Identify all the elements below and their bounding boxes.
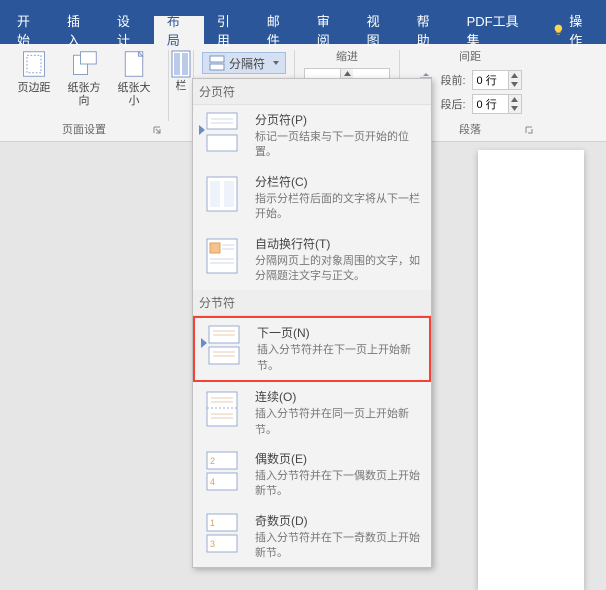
document-page[interactable] — [478, 150, 584, 590]
breaks-button[interactable]: 分隔符 — [202, 52, 286, 74]
break-even-page-title: 偶数页(E) — [255, 450, 423, 467]
spin-up-icon[interactable] — [508, 71, 521, 80]
space-after-label: 段后: — [440, 96, 465, 112]
columns-icon — [171, 50, 191, 78]
size-button[interactable]: 纸张大小 — [109, 48, 159, 110]
space-before-input[interactable] — [473, 74, 508, 86]
svg-text:3: 3 — [210, 539, 215, 549]
spin-up-icon[interactable] — [508, 95, 521, 104]
odd-page-break-icon: 13 — [201, 512, 243, 554]
orientation-label: 纸张方向 — [63, 82, 105, 108]
orientation-icon — [70, 50, 98, 80]
break-page-item[interactable]: 分页符(P) 标记一页结束与下一页开始的位置。 — [193, 105, 431, 167]
break-even-page-item[interactable]: 24 偶数页(E) 插入分节符并在下一偶数页上开始新节。 — [193, 444, 431, 506]
group-page-setup: 页边距 纸张方向 纸张大小 页面设置 — [0, 44, 168, 141]
margins-button[interactable]: 页边距 — [9, 48, 59, 110]
column-break-icon — [201, 173, 243, 215]
break-odd-page-desc: 插入分节符并在下一奇数页上开始新节。 — [255, 531, 423, 562]
page-setup-group-label: 页面设置 — [0, 121, 168, 137]
break-next-page-desc: 插入分节符并在下一页上开始新节。 — [257, 343, 421, 374]
break-textwrap-desc: 分隔网页上的对象周围的文字，如分隔题注文字与正文。 — [255, 254, 423, 285]
break-column-desc: 指示分栏符后面的文字将从下一栏开始。 — [255, 192, 423, 223]
break-odd-page-item[interactable]: 13 奇数页(D) 插入分节符并在下一奇数页上开始新节。 — [193, 506, 431, 568]
size-label: 纸张大小 — [113, 82, 155, 108]
even-page-break-icon: 24 — [201, 450, 243, 492]
columns-button[interactable]: 栏 — [169, 48, 193, 95]
break-page-desc: 标记一页结束与下一页开始的位置。 — [255, 130, 423, 161]
svg-text:2: 2 — [210, 456, 215, 466]
breaks-label: 分隔符 — [229, 55, 265, 72]
break-even-page-desc: 插入分节符并在下一偶数页上开始新节。 — [255, 469, 423, 500]
spin-down-icon[interactable] — [508, 80, 521, 89]
tab-pdf[interactable]: PDF工具集 — [454, 16, 540, 44]
breaks-dropdown-header-section: 分节符 — [193, 290, 431, 316]
margins-icon — [20, 50, 48, 80]
break-continuous-title: 连续(O) — [255, 388, 423, 405]
textwrap-break-icon — [201, 235, 243, 277]
tab-reference[interactable]: 引用 — [204, 16, 254, 44]
break-textwrap-title: 自动换行符(T) — [255, 235, 423, 252]
breaks-dropdown: 分页符 分页符(P) 标记一页结束与下一页开始的位置。 分栏符(C) 指示分栏符… — [192, 78, 432, 568]
space-after-input[interactable] — [473, 98, 508, 110]
continuous-break-icon — [201, 388, 243, 430]
columns-label: 栏 — [176, 80, 187, 93]
break-page-title: 分页符(P) — [255, 111, 423, 128]
spin-down-icon[interactable] — [508, 104, 521, 113]
svg-text:1: 1 — [210, 518, 215, 528]
orientation-button[interactable]: 纸张方向 — [59, 48, 109, 110]
margins-label: 页边距 — [18, 82, 51, 95]
tab-layout[interactable]: 布局 — [154, 16, 204, 44]
paragraph-launcher[interactable] — [523, 124, 537, 138]
space-before-label: 段前: — [440, 72, 465, 88]
tab-insert[interactable]: 插入 — [54, 16, 104, 44]
tab-operate[interactable]: 操作 — [539, 16, 606, 44]
tab-help[interactable]: 帮助 — [404, 16, 454, 44]
next-page-break-icon — [203, 324, 245, 366]
tab-start[interactable]: 开始 — [4, 16, 54, 44]
tab-operate-label: 操作 — [569, 11, 593, 49]
break-next-page-title: 下一页(N) — [257, 324, 421, 341]
tab-review[interactable]: 审阅 — [304, 16, 354, 44]
page-setup-launcher[interactable] — [151, 124, 165, 138]
group-columns: 栏 — [169, 44, 193, 141]
tab-view[interactable]: 视图 — [354, 16, 404, 44]
break-odd-page-title: 奇数页(D) — [255, 512, 423, 529]
tab-design[interactable]: 设计 — [104, 16, 154, 44]
break-column-item[interactable]: 分栏符(C) 指示分栏符后面的文字将从下一栏开始。 — [193, 167, 431, 229]
tab-mailings[interactable]: 邮件 — [254, 16, 304, 44]
break-next-page-item[interactable]: 下一页(N) 插入分节符并在下一页上开始新节。 — [193, 316, 431, 382]
breaks-dropdown-header-page: 分页符 — [193, 79, 431, 105]
spacing-group-label: 间距 — [459, 48, 481, 64]
breaks-icon — [209, 55, 225, 71]
break-column-title: 分栏符(C) — [255, 173, 423, 190]
ribbon-tabs: 开始 插入 设计 布局 引用 邮件 审阅 视图 帮助 PDF工具集 操作 — [0, 16, 606, 44]
indent-group-label: 缩进 — [336, 48, 358, 64]
space-before-spin[interactable] — [472, 70, 522, 90]
spin-up-icon[interactable] — [340, 69, 353, 78]
svg-text:4: 4 — [210, 477, 215, 487]
lightbulb-icon — [552, 23, 565, 37]
break-textwrap-item[interactable]: 自动换行符(T) 分隔网页上的对象周围的文字，如分隔题注文字与正文。 — [193, 229, 431, 291]
space-after-spin[interactable] — [472, 94, 522, 114]
page-break-icon — [201, 111, 243, 153]
break-continuous-desc: 插入分节符并在同一页上开始新节。 — [255, 407, 423, 438]
break-continuous-item[interactable]: 连续(O) 插入分节符并在同一页上开始新节。 — [193, 382, 431, 444]
size-icon — [120, 50, 148, 80]
